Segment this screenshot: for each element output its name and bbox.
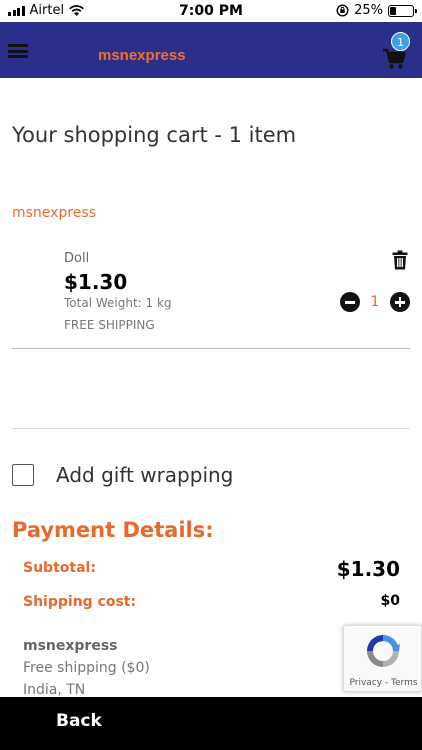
battery-icon bbox=[388, 4, 417, 17]
cart-icon bbox=[383, 48, 406, 69]
payment-details-heading: Payment Details: bbox=[12, 518, 214, 542]
status-right: 25% bbox=[336, 3, 417, 18]
shipping-cost-value: $0 bbox=[380, 593, 400, 609]
status-bar: Airtel 7:00 PM 25% bbox=[0, 0, 422, 22]
lock-rotation-icon bbox=[336, 4, 349, 17]
gift-wrapping-label: Add gift wrapping bbox=[56, 463, 234, 487]
shipper-note: Free shipping ($0) bbox=[23, 660, 150, 676]
subtotal-value: $1.30 bbox=[336, 557, 400, 581]
shipper-location: India, TN bbox=[23, 682, 86, 698]
cart-count-badge: 1 bbox=[391, 32, 410, 51]
back-button[interactable]: Back bbox=[56, 711, 102, 731]
recaptcha-icon bbox=[367, 635, 400, 667]
gift-wrapping-option[interactable]: Add gift wrapping bbox=[12, 463, 233, 487]
seller-name[interactable]: msnexpress bbox=[12, 205, 96, 221]
subtotal-label: Subtotal: bbox=[23, 560, 96, 576]
hamburger-icon[interactable] bbox=[8, 44, 28, 58]
quantity-stepper: 1 bbox=[340, 292, 410, 312]
item-shipping: FREE SHIPPING bbox=[64, 318, 155, 332]
app-header: msnexpress 1 bbox=[0, 22, 422, 78]
minus-icon bbox=[345, 301, 355, 304]
decrease-quantity-button[interactable] bbox=[340, 292, 360, 312]
battery-percent: 25% bbox=[354, 3, 383, 18]
brand-title[interactable]: msnexpress bbox=[98, 47, 186, 64]
recaptcha-badge[interactable]: Privacy - Terms bbox=[343, 625, 422, 692]
item-name[interactable]: Doll bbox=[64, 251, 89, 266]
increase-quantity-button[interactable] bbox=[390, 292, 410, 312]
divider bbox=[12, 428, 410, 429]
shipper-name: msnexpress bbox=[23, 638, 118, 654]
item-price: $1.30 bbox=[64, 270, 128, 294]
quantity-value: 1 bbox=[370, 294, 380, 310]
item-weight: Total Weight: 1 kg bbox=[64, 296, 172, 310]
divider bbox=[12, 348, 410, 349]
shipping-cost-label: Shipping cost: bbox=[23, 594, 137, 610]
cart-item: Doll $1.30 Total Weight: 1 kg FREE SHIPP… bbox=[12, 240, 410, 348]
cart-button[interactable]: 1 bbox=[382, 32, 410, 69]
trash-icon[interactable] bbox=[392, 250, 408, 270]
gift-wrapping-checkbox[interactable] bbox=[12, 464, 34, 486]
recaptcha-links[interactable]: Privacy - Terms bbox=[344, 678, 422, 688]
bottom-bar: Back bbox=[0, 697, 422, 750]
page-title: Your shopping cart - 1 item bbox=[12, 123, 297, 147]
